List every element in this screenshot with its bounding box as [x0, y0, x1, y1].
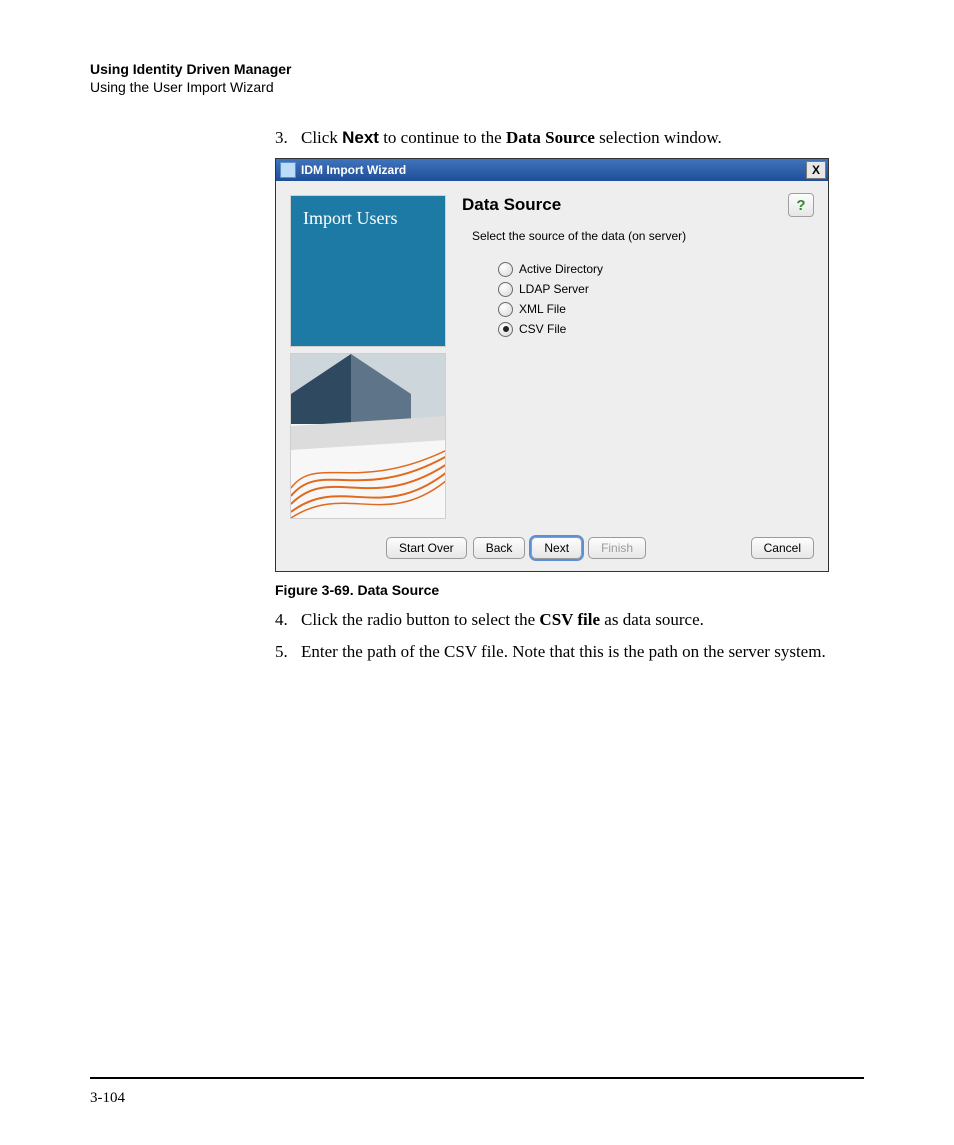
radio-label: CSV File: [519, 322, 566, 336]
wizard-side-image: [290, 353, 446, 519]
radio-csv-file[interactable]: CSV File: [498, 319, 814, 339]
radio-icon: [498, 282, 513, 297]
running-header-title: Using Identity Driven Manager: [90, 60, 864, 78]
radio-icon: [498, 262, 513, 277]
step-3: 3. Click Next to continue to the Data So…: [275, 126, 864, 150]
close-icon[interactable]: X: [806, 161, 826, 179]
step-number: 5.: [275, 640, 301, 664]
titlebar-app-icon: [280, 162, 296, 178]
page-number: 3-104: [90, 1090, 125, 1107]
radio-label: LDAP Server: [519, 282, 589, 296]
footer-rule: [90, 1077, 864, 1079]
wizard-dialog: IDM Import Wizard X Import Users: [275, 158, 829, 572]
step-number: 3.: [275, 126, 301, 150]
panel-title: Data Source: [462, 195, 814, 215]
radio-ldap-server[interactable]: LDAP Server: [498, 279, 814, 299]
next-button[interactable]: Next: [531, 537, 582, 559]
step-text: Click the radio button to select the CSV…: [301, 608, 704, 632]
step-number: 4.: [275, 608, 301, 632]
wizard-button-row: Start Over Back Next Finish Cancel: [290, 537, 814, 559]
cancel-button[interactable]: Cancel: [751, 537, 814, 559]
step-5: 5. Enter the path of the CSV file. Note …: [275, 640, 864, 664]
radio-xml-file[interactable]: XML File: [498, 299, 814, 319]
radio-icon: [498, 302, 513, 317]
step-4: 4. Click the radio button to select the …: [275, 608, 864, 632]
titlebar: IDM Import Wizard X: [276, 159, 828, 181]
radio-icon: [498, 322, 513, 337]
finish-button: Finish: [588, 537, 646, 559]
figure-caption: Figure 3-69. Data Source: [275, 582, 864, 598]
wizard-side-title: Import Users: [290, 195, 446, 347]
panel-subtitle: Select the source of the data (on server…: [472, 229, 814, 243]
radio-active-directory[interactable]: Active Directory: [498, 259, 814, 279]
back-button[interactable]: Back: [473, 537, 526, 559]
help-icon[interactable]: ?: [788, 193, 814, 217]
running-header-subtitle: Using the User Import Wizard: [90, 78, 864, 96]
radio-label: XML File: [519, 302, 566, 316]
step-text: Enter the path of the CSV file. Note tha…: [301, 640, 826, 664]
radio-label: Active Directory: [519, 262, 603, 276]
start-over-button[interactable]: Start Over: [386, 537, 467, 559]
running-header: Using Identity Driven Manager Using the …: [90, 60, 864, 96]
titlebar-title: IDM Import Wizard: [301, 163, 806, 177]
wizard-side-panel: Import Users: [290, 195, 446, 519]
step-text: Click Next to continue to the Data Sourc…: [301, 126, 722, 150]
